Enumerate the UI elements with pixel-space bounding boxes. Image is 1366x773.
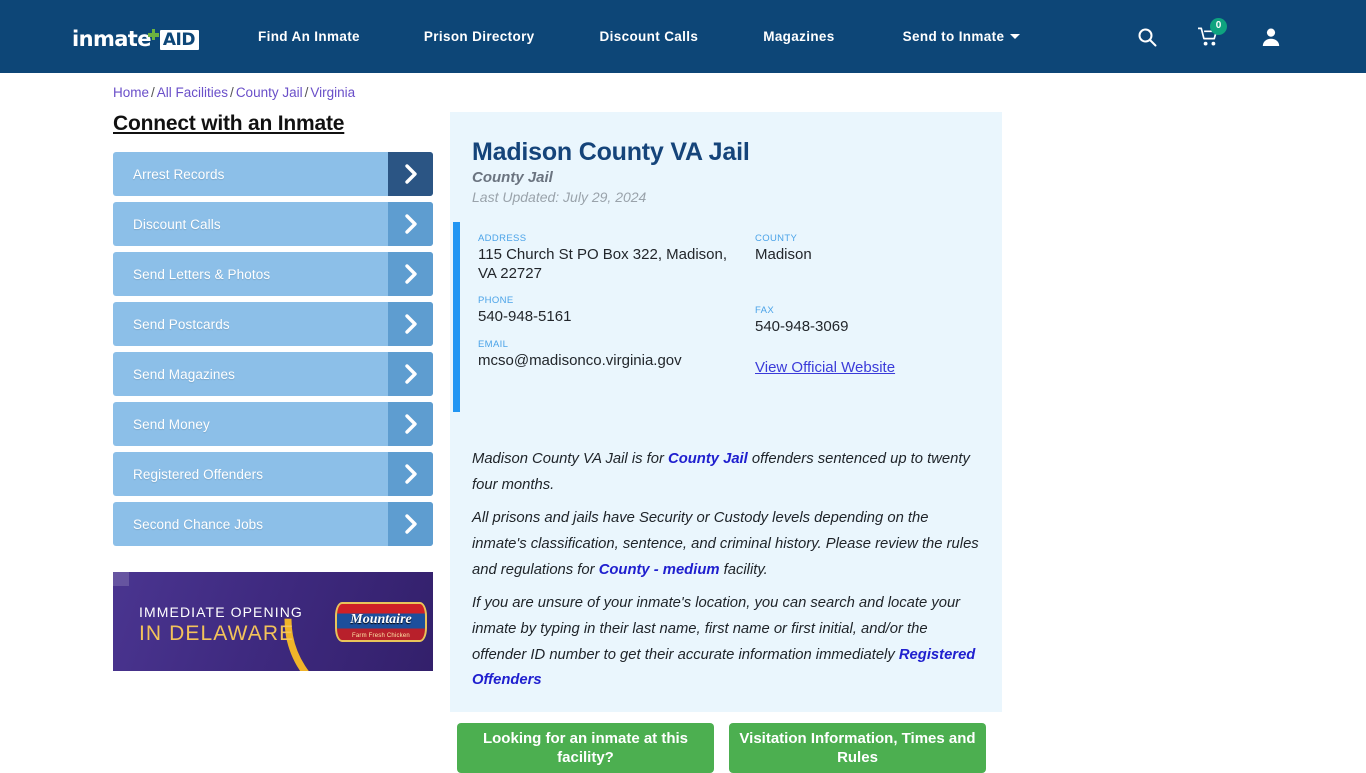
desc1-link-county-jail[interactable]: County Jail [668,451,748,467]
search-icon[interactable] [1130,20,1164,54]
sidebar-item-label: Send Magazines [133,366,235,382]
contact-value-phone: 540-948-5161 [478,308,572,325]
facility-info-card: Madison County VA Jail County Jail Last … [450,112,1002,712]
sidebar-item-send-postcards[interactable]: Send Postcards [113,302,433,346]
sidebar-item-send-magazines[interactable]: Send Magazines [113,352,433,396]
logo-word-aid: AID [159,30,199,50]
logo-word-inmate: inmate [72,27,151,51]
card-accent-bar [453,222,460,412]
cart-count-badge: 0 [1210,17,1227,35]
nav-item-prison-directory[interactable]: Prison Directory [424,23,535,50]
page-title: Madison County VA Jail [472,138,750,166]
ad-headline-line1: IMMEDIATE OPENING [139,604,303,620]
nav-item-discount-calls[interactable]: Discount Calls [600,23,699,50]
breadcrumb-separator: / [230,85,234,100]
sidebar-item-send-money[interactable]: Send Money [113,402,433,446]
sidebar-item-label: Second Chance Jobs [133,516,264,532]
sidebar-item-arrest-records[interactable]: Arrest Records [113,152,433,196]
nav-item-magazines[interactable]: Magazines [763,23,834,50]
chevron-right-icon [388,352,433,396]
contact-label-county: COUNTY [755,233,798,244]
sidebar-item-label: Registered Offenders [133,466,264,482]
chevron-down-icon [1010,34,1021,39]
breadcrumb-separator: / [304,85,309,100]
desc2-link-county-medium[interactable]: County - medium [599,562,720,578]
chevron-right-icon [388,302,433,346]
contact-value-address: 115 Church St PO Box 322, Madison, VA 22… [478,246,728,282]
shopping-cart-icon[interactable]: 0 [1192,17,1227,54]
contact-field-county: COUNTY Madison [755,232,985,265]
sidebar-advertisement-banner[interactable]: IMMEDIATE OPENING IN DELAWARE Mountaire … [113,572,433,671]
sidebar: Connect with an Inmate Arrest Records Di… [113,112,433,552]
chevron-right-icon [388,252,433,296]
green-plus-icon [147,29,159,40]
sidebar-item-send-letters-photos[interactable]: Send Letters & Photos [113,252,433,296]
chevron-right-icon [388,402,433,446]
chevron-right-icon [388,152,433,196]
contact-column-left: ADDRESS 115 Church St PO Box 322, Madiso… [478,232,728,381]
sidebar-item-label: Send Money [133,416,210,432]
desc3-text-before: If you are unsure of your inmate's locat… [472,595,961,663]
user-account-icon[interactable] [1254,20,1288,54]
ad-brand-name: Mountaire [350,612,412,627]
facility-description-paragraph-1: Madison County VA Jail is for County Jai… [472,447,982,499]
contact-label-address: ADDRESS [478,233,527,244]
visitation-information-button[interactable]: Visitation Information, Times and Rules [729,723,986,773]
nav-item-send-to-inmate[interactable]: Send to Inmate [903,23,1021,50]
sidebar-title: Connect with an Inmate [113,112,345,135]
contact-value-fax: 540-948-3069 [755,317,849,335]
site-logo[interactable]: inmate AID [72,24,199,50]
ad-brand-tagline: Farm Fresh Chicken [352,633,410,639]
desc2-text-after: facility. [719,561,768,578]
sidebar-item-label: Send Letters & Photos [133,266,271,282]
breadcrumb-item-home[interactable]: Home [113,85,149,100]
nav-item-find-an-inmate[interactable]: Find An Inmate [258,23,360,50]
sidebar-item-label: Arrest Records [133,166,225,182]
contact-field-website: View Official Website [755,356,985,377]
contact-label-phone: PHONE [478,295,514,306]
sidebar-item-registered-offenders[interactable]: Registered Offenders [113,452,433,496]
looking-for-inmate-button[interactable]: Looking for an inmate at this facility? [457,723,714,773]
ad-brand-logo: Mountaire Farm Fresh Chicken [335,602,427,642]
contact-value-email: mcso@madisonco.virginia.gov [478,351,682,369]
chevron-right-icon [388,202,433,246]
contact-field-email: EMAIL mcso@madisonco.virginia.gov [478,338,728,371]
breadcrumb-separator: / [151,85,155,100]
breadcrumb-item-county-jail[interactable]: County Jail [236,85,303,100]
contact-field-phone: PHONE 540-948-5161 [478,294,728,327]
sidebar-item-label: Discount Calls [133,216,221,232]
header-icon-group: 0 [1130,0,1366,73]
contact-value-county: Madison [755,246,812,263]
facility-type: County Jail [472,169,553,186]
contact-label-fax: FAX [755,304,775,316]
breadcrumb-item-virginia[interactable]: Virginia [310,85,355,100]
contact-label-email: EMAIL [478,338,509,350]
ad-headline-line2: IN DELAWARE [139,622,295,645]
view-official-website-link[interactable]: View Official Website [755,359,895,376]
facility-description-paragraph-2: All prisons and jails have Security or C… [472,506,982,583]
sidebar-item-label: Send Postcards [133,316,230,332]
contact-field-address: ADDRESS 115 Church St PO Box 322, Madiso… [478,232,728,283]
facility-last-updated: Last Updated: July 29, 2024 [472,189,647,205]
main-navigation: Find An Inmate Prison Directory Discount… [258,0,1021,73]
cta-button-row: Looking for an inmate at this facility? … [457,723,986,773]
breadcrumb-item-all-facilities[interactable]: All Facilities [157,85,228,100]
chevron-right-icon [388,502,433,546]
site-header: inmate AID Find An Inmate Prison Directo… [0,0,1366,73]
contact-field-fax: FAX 540-948-3069 [755,304,985,337]
nav-item-send-to-inmate-label: Send to Inmate [902,29,1005,44]
chevron-right-icon [388,452,433,496]
breadcrumb: Home / All Facilities / County Jail / Virginia [113,85,355,100]
contact-column-right: COUNTY Madison FAX 540-948-3069 View Off… [755,232,985,388]
desc1-text-before: Madison County VA Jail is for [472,451,669,467]
ad-corner-accent [113,572,129,586]
sidebar-item-second-chance-jobs[interactable]: Second Chance Jobs [113,502,433,546]
facility-description-paragraph-3: If you are unsure of your inmate's locat… [472,591,982,694]
sidebar-item-discount-calls[interactable]: Discount Calls [113,202,433,246]
